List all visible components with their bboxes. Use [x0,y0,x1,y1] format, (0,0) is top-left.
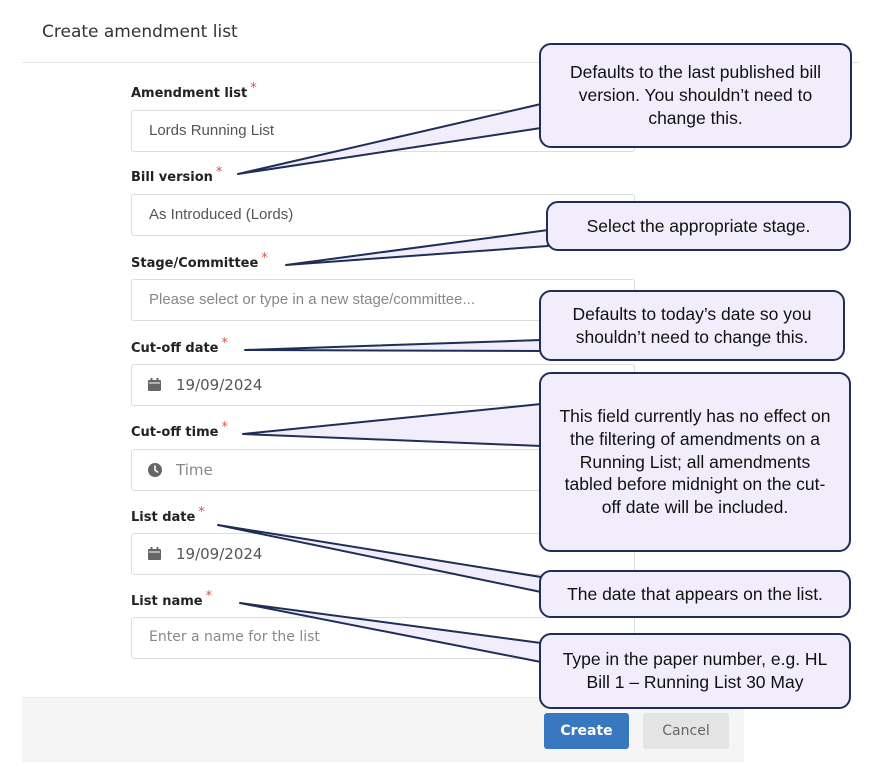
callout-cutoff-time: This field currently has no effect on th… [539,372,851,552]
callout-cutoff-date: Defaults to today’s date so you shouldn’… [539,290,845,361]
leader-bill-version [237,103,542,175]
leader-cutoff-time [242,403,542,447]
leader-list-date [217,524,542,593]
callout-list-name: Type in the paper number, e.g. HL Bill 1… [539,633,851,709]
callout-stage: Select the appropriate stage. [546,201,851,251]
leader-stage [285,229,549,266]
callout-list-date: The date that appears on the list. [539,570,851,618]
leader-cutoff-date [244,339,542,352]
callout-bill-version: Defaults to the last published bill vers… [539,43,852,148]
leader-list-name [239,602,542,663]
